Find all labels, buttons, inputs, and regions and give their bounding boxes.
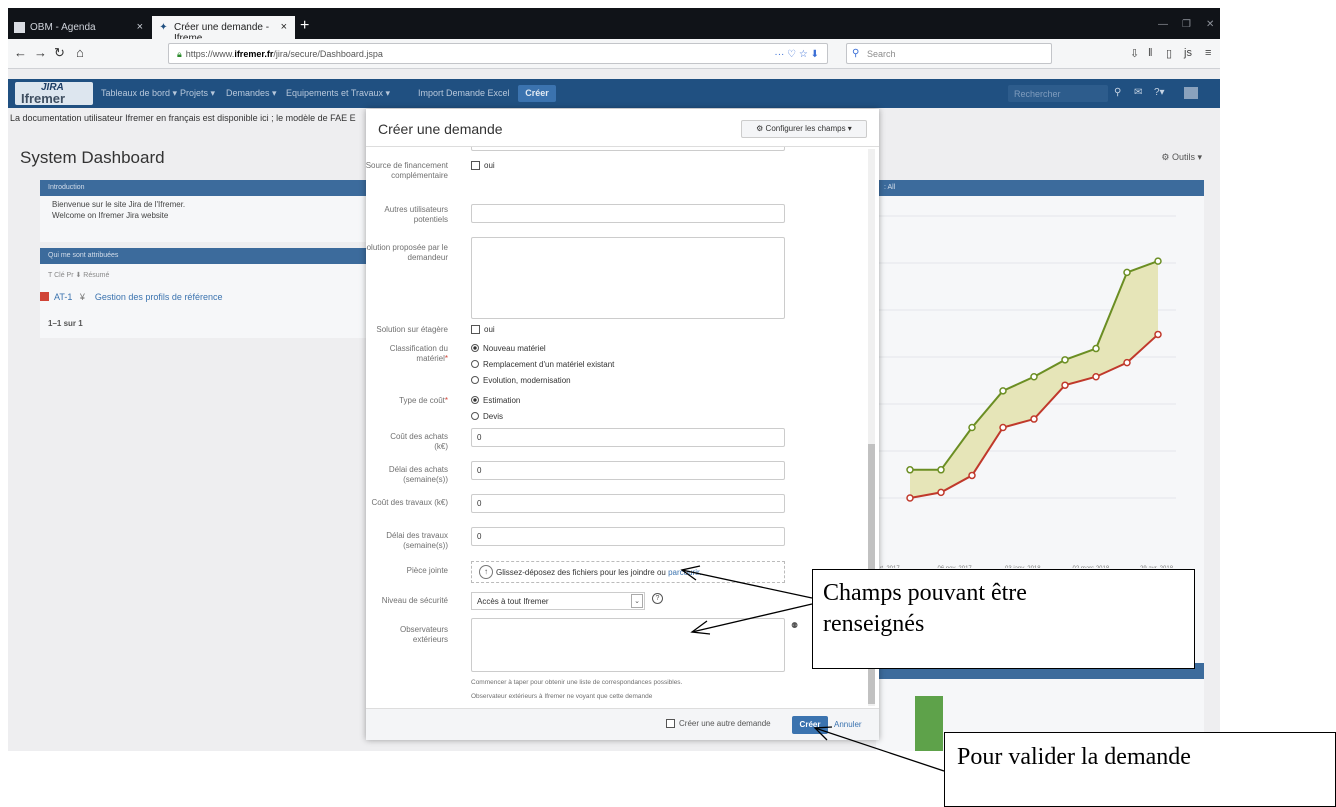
annotation-arrows (680, 565, 945, 772)
callout-fields-line-1: Champs pouvant être (823, 580, 1027, 606)
callout-validate: Pour valider la demande (944, 732, 1336, 807)
screenshot-stage: OBM - Agenda × ✦ Créer une demande - Ifr… (0, 0, 1336, 807)
callout-fields-line-2: renseignés (823, 611, 925, 637)
callout-fields: Champs pouvant être renseignés (812, 569, 1195, 669)
